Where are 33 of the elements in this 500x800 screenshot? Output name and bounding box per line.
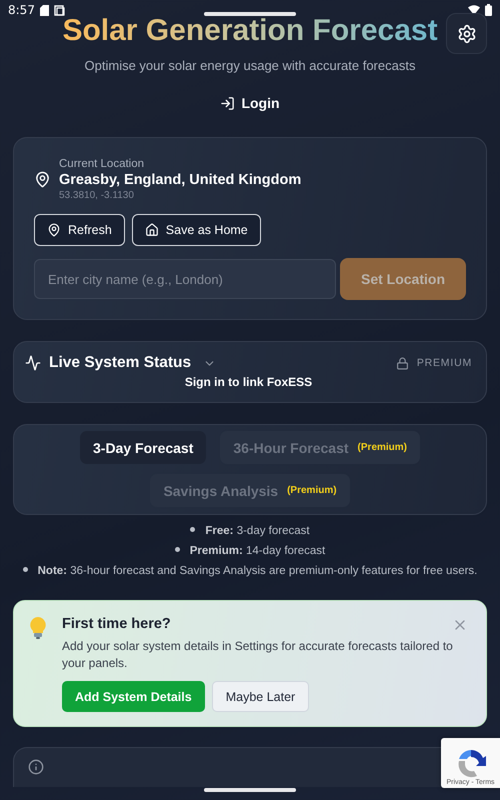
settings-icon [456,24,476,44]
wifi-icon [468,5,480,15]
plan-note: Premium: 14-day forecast [174,543,326,559]
pin-icon [47,223,61,237]
info-icon [28,759,44,775]
house-icon [144,223,159,237]
activity-icon [25,355,41,371]
location-pin-icon [34,171,51,188]
location-label: Current Location [59,158,146,170]
lock-icon [396,356,409,370]
settings-button[interactable] [446,13,487,54]
link-message: Sign in to link FoxESS [184,375,312,389]
forecast-tab[interactable]: 3-Day Forecast [80,431,206,464]
lightbulb-icon [30,617,46,639]
onboarding-text: Add your solar system details in Settings for accurate forecasts tailored to your panels. [62,638,454,672]
status-time: 8:57 [8,3,35,17]
battery-icon [485,4,492,16]
location-name: Greasby, England, United Kingdom [59,172,302,188]
plan-note: Note: 36-hour forecast and Savings Analysis are premium-only features for free users. [22,563,478,579]
login-button[interactable]: Login [210,91,290,115]
refresh-button[interactable]: Refresh [34,214,125,246]
location-coordinates: 53.3810, -3.1130 [59,190,135,201]
dismiss-button[interactable]: Maybe Later [212,681,310,712]
sd-card-icon [40,4,49,16]
save-home-button[interactable]: Save as Home [132,214,261,246]
premium-label: PREMIUM [416,357,472,369]
screenshot-icon [54,4,65,16]
plan-note: Free: 3-day forecast [190,523,310,539]
login-icon [220,96,236,110]
app-subtitle: Optimise your solar energy usage with accurate forecasts [84,58,416,73]
city-input-field[interactable]: Enter city name (e.g., London) [34,259,336,299]
onboarding-title: First time here? [62,616,171,632]
live-status-title: Live System Status [49,354,192,372]
